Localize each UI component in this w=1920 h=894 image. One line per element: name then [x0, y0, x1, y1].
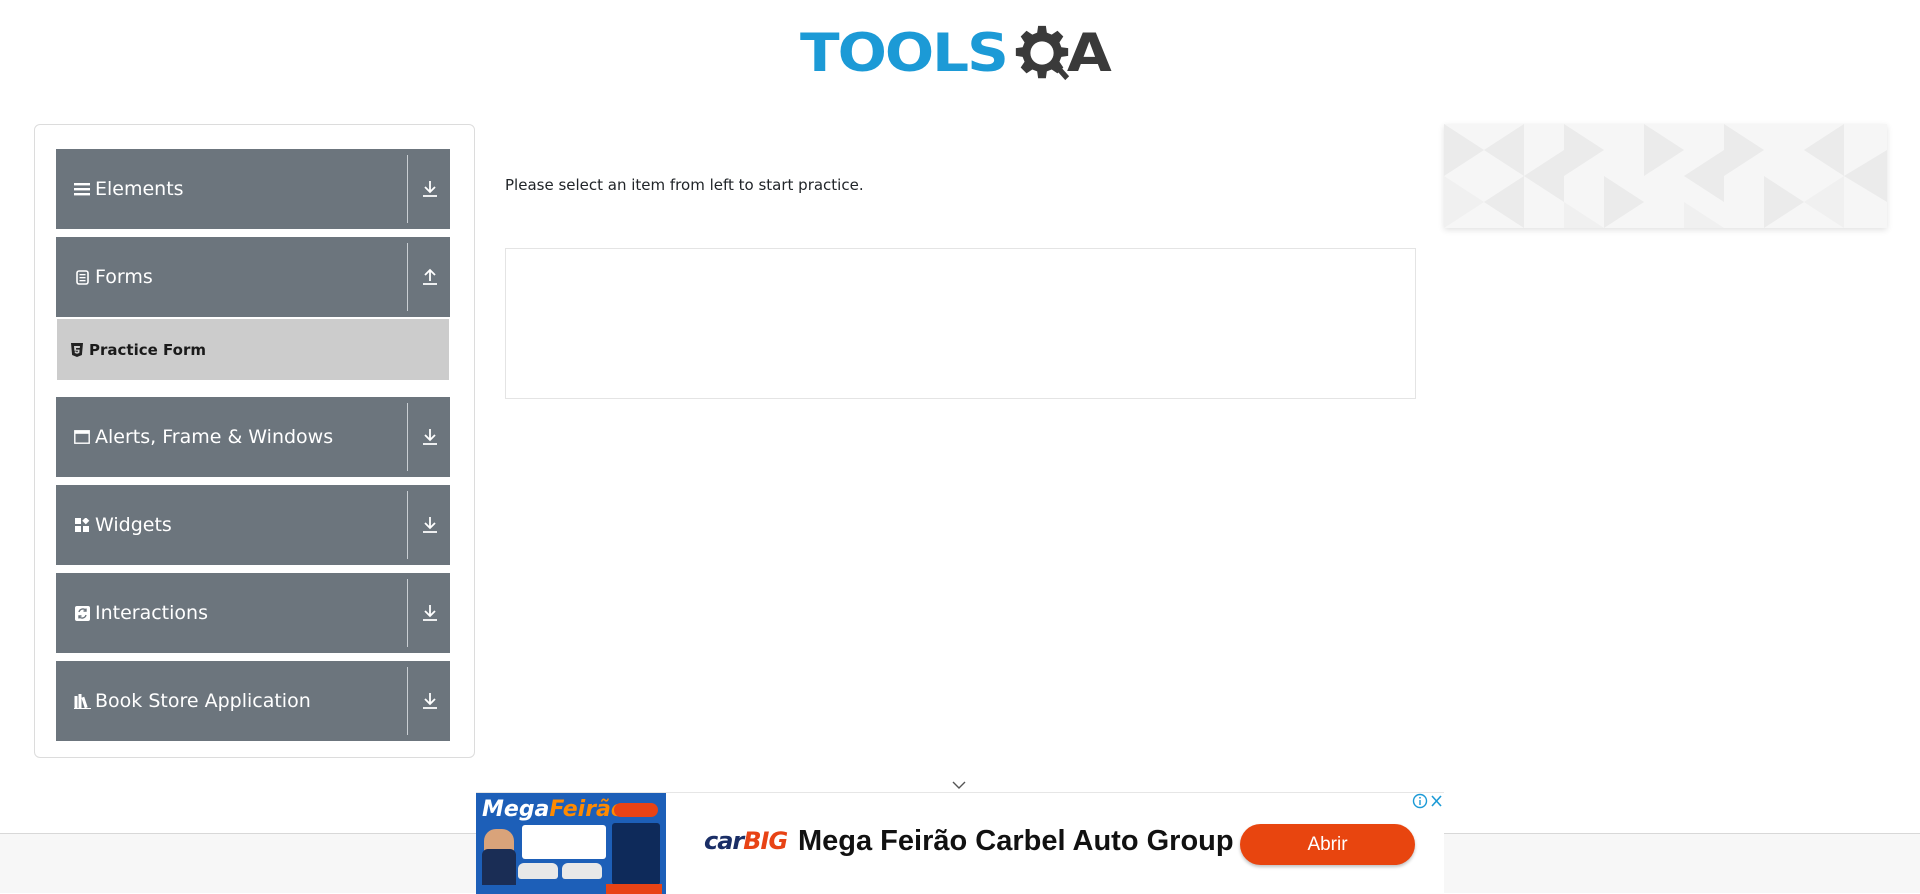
sidebar-group-label: Elements: [95, 178, 184, 200]
divider: [407, 403, 408, 471]
download-arrow-icon[interactable]: [418, 513, 442, 537]
books-icon: [73, 692, 91, 710]
toolsqa-logo[interactable]: TOOLS A: [800, 14, 1112, 92]
upload-arrow-icon[interactable]: [418, 265, 442, 289]
widgets-icon: [73, 516, 91, 534]
ad-thumb-title-a: Mega: [482, 797, 550, 822]
gear-magnifier-icon: [1015, 25, 1070, 81]
sidebar-group-elements[interactable]: Elements: [56, 149, 450, 229]
html5-icon: [71, 342, 83, 357]
chevron-down-icon[interactable]: [951, 780, 967, 790]
divider: [407, 667, 408, 735]
ad-thumb-title: MegaFeirão: [482, 797, 626, 822]
sidebar-group-interactions[interactable]: Interactions: [56, 573, 450, 653]
document-icon: [73, 268, 91, 286]
sidebar-item-practice-form[interactable]: Practice Form: [57, 319, 449, 380]
sidebar-group-forms[interactable]: Forms: [56, 237, 450, 317]
logo-text-tools: TOOLS: [800, 22, 1009, 84]
sidebar-group-widgets[interactable]: Widgets: [56, 485, 450, 565]
ad-panel-dark: [612, 823, 660, 885]
logo-text-a: A: [1066, 22, 1112, 84]
sidebar-item-label: Practice Form: [89, 340, 206, 359]
ad-car-image: [518, 863, 558, 879]
carbig-logo: carBIG: [704, 827, 788, 855]
ad-thumbnail[interactable]: MegaFeirão: [476, 793, 666, 894]
ad-banner-right[interactable]: [1444, 124, 1887, 228]
download-arrow-icon[interactable]: [418, 601, 442, 625]
carbig-logo-a: car: [704, 827, 744, 855]
divider: [407, 155, 408, 223]
hamburger-icon: [73, 180, 91, 198]
download-arrow-icon[interactable]: [418, 425, 442, 449]
sidebar-group-label: Widgets: [95, 514, 172, 536]
ad-banner-bottom[interactable]: MegaFeirão carBIG Mega Feirão Carbel Aut…: [476, 792, 1444, 894]
instruction-text: Please select an item from left to start…: [505, 176, 864, 194]
ad-info-icon[interactable]: [1412, 793, 1428, 809]
divider: [407, 243, 408, 311]
window-icon: [73, 428, 91, 446]
sync-icon: [73, 604, 91, 622]
ad-close-icon[interactable]: [1429, 793, 1444, 809]
divider: [407, 579, 408, 647]
download-arrow-icon[interactable]: [418, 177, 442, 201]
sidebar-group-label: Alerts, Frame & Windows: [95, 426, 334, 448]
sidebar-group-book-store-application[interactable]: Book Store Application: [56, 661, 450, 741]
download-arrow-icon[interactable]: [418, 689, 442, 713]
ad-brand-pill: [614, 803, 658, 817]
ad-person-image: [482, 829, 516, 885]
sidebar-group-label: Book Store Application: [95, 690, 311, 712]
carbig-logo-b: BIG: [743, 827, 788, 855]
site-header: TOOLS A: [0, 0, 1920, 110]
sidebar-group-label: Interactions: [95, 602, 208, 624]
ad-open-button[interactable]: Abrir: [1240, 824, 1415, 865]
ad-panel: [522, 825, 606, 859]
ad-car-image: [562, 863, 602, 879]
ad-title: Mega Feirão Carbel Auto Group: [798, 825, 1234, 857]
sidebar-group-alerts-frame-windows[interactable]: Alerts, Frame & Windows: [56, 397, 450, 477]
divider: [407, 491, 408, 559]
content-area: [505, 248, 1416, 399]
sidebar-group-label: Forms: [95, 266, 153, 288]
triangle-pattern: [1444, 124, 1887, 228]
